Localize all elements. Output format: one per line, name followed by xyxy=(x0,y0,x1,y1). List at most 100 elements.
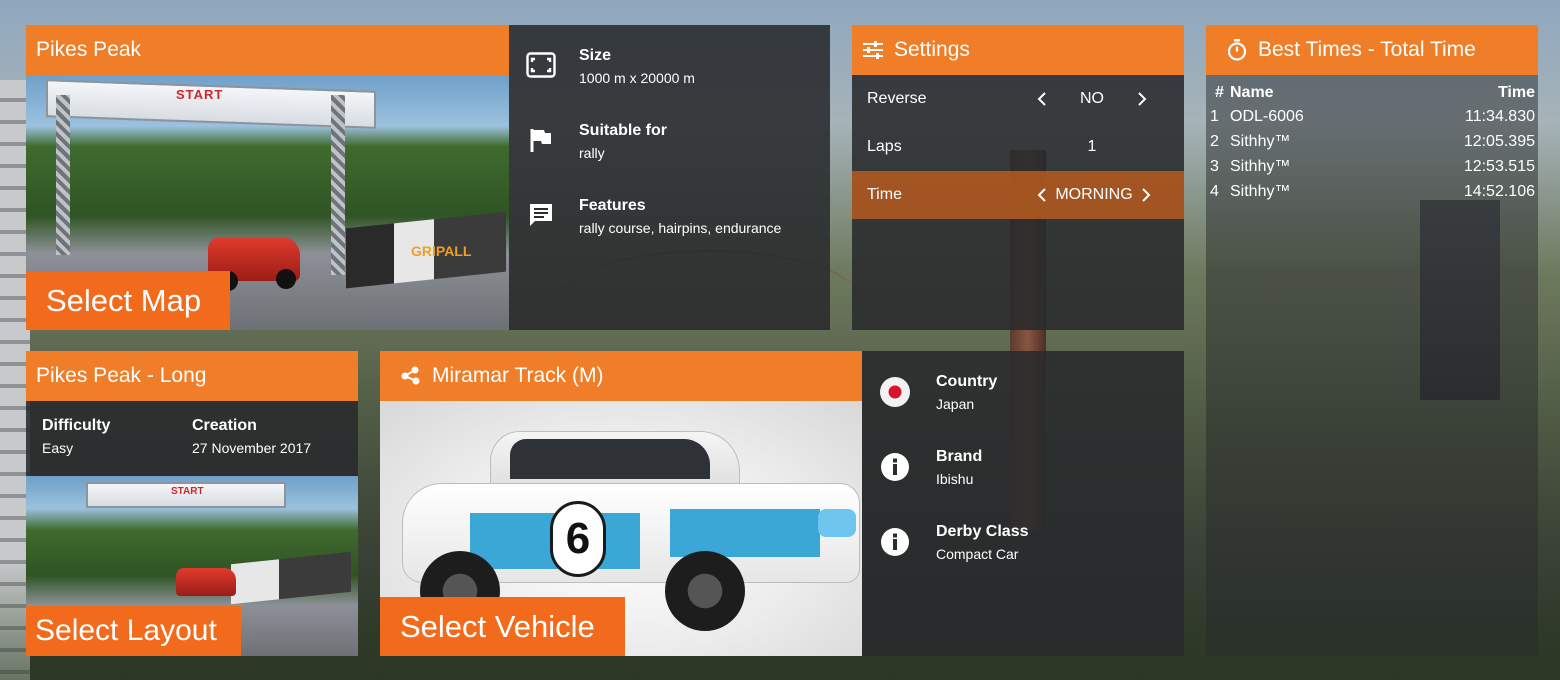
settings-title: Settings xyxy=(894,38,970,61)
creation-value: 27 November 2017 xyxy=(192,440,312,456)
rank-cell: 3 xyxy=(1210,157,1219,175)
rank-cell: 4 xyxy=(1210,182,1219,200)
car-stripe xyxy=(670,509,820,557)
info-icon xyxy=(878,450,912,484)
info-icon xyxy=(878,525,912,559)
car xyxy=(176,568,236,596)
setting-laps-label: Laps xyxy=(867,138,902,155)
map-info-panel: Size 1000 m x 20000 m Suitable for rally… xyxy=(509,25,830,330)
select-layout-button[interactable]: Select Layout xyxy=(26,606,241,656)
chevron-left-icon[interactable] xyxy=(1032,183,1052,207)
chevron-right-icon[interactable] xyxy=(1132,87,1152,111)
setting-time-control: MORNING xyxy=(1032,183,1156,207)
name-cell: Sithhy™ xyxy=(1230,157,1291,175)
map-title-bar: Pikes Peak xyxy=(26,25,509,75)
start-banner-text: START xyxy=(171,486,204,497)
flag-icon xyxy=(525,124,557,156)
barrier xyxy=(231,551,351,605)
suitable-label: Suitable for xyxy=(579,122,668,139)
car-wheel xyxy=(276,269,296,289)
time-cell: 12:53.515 xyxy=(1463,157,1535,175)
setting-reverse-control: NO xyxy=(1032,87,1152,111)
vehicle-title: Miramar Track (M) xyxy=(432,364,604,387)
select-vehicle-button[interactable]: Select Vehicle xyxy=(380,597,625,656)
setting-laps[interactable]: Laps 1 xyxy=(852,123,1184,171)
layout-title: Pikes Peak - Long xyxy=(36,364,207,387)
name-cell: Sithhy™ xyxy=(1230,182,1291,200)
barrier-text: GRIPALL xyxy=(411,243,472,259)
derby-class-value: Compact Car xyxy=(936,546,1019,562)
setting-laps-control: 1 xyxy=(1032,135,1152,159)
car-number: 6 xyxy=(550,501,606,577)
suitable-value: rally xyxy=(579,145,605,161)
sliders-icon xyxy=(862,39,884,61)
rank-cell: 2 xyxy=(1210,132,1219,150)
best-times-table: # Name Time 1 ODL-6006 11:34.830 2 Sithh… xyxy=(1206,79,1538,204)
creation-block: Creation 27 November 2017 xyxy=(192,417,342,476)
brand-value: Ibishu xyxy=(936,471,974,487)
layout-title-bar: Pikes Peak - Long xyxy=(26,351,358,401)
map-preview-panel: Pikes Peak START GRIPALL Select Map xyxy=(26,25,509,330)
table-row: 4 Sithhy™ 14:52.106 xyxy=(1206,179,1538,204)
column-header-name: Name xyxy=(1230,84,1274,101)
select-map-button[interactable]: Select Map xyxy=(26,271,230,330)
map-title: Pikes Peak xyxy=(36,38,142,61)
creation-label: Creation xyxy=(192,417,257,434)
gantry-left xyxy=(56,95,70,255)
setting-laps-value: 1 xyxy=(1087,138,1097,155)
features-label: Features xyxy=(579,197,646,214)
car-headlight xyxy=(818,509,856,537)
setting-reverse-label: Reverse xyxy=(867,90,927,107)
layout-info: Difficulty Easy Creation 27 November 201… xyxy=(26,401,358,476)
vehicle-info-country: Country Japan xyxy=(862,373,1184,448)
column-header-time: Time xyxy=(1497,84,1535,101)
car-wheel xyxy=(665,551,745,631)
setting-time-value: MORNING xyxy=(1055,186,1133,203)
best-times-title: Best Times - Total Time xyxy=(1258,38,1476,61)
country-label: Country xyxy=(936,373,998,390)
table-row: 3 Sithhy™ 12:53.515 xyxy=(1206,154,1538,179)
size-icon xyxy=(525,49,557,81)
brand-label: Brand xyxy=(936,448,983,465)
vehicle-info-derby-class: Derby Class Compact Car xyxy=(862,523,1184,598)
japan-flag-icon xyxy=(878,375,912,409)
settings-panel: Settings Reverse NO Laps 1 Time MORNING xyxy=(852,25,1184,330)
layout-panel: Pikes Peak - Long Difficulty Easy Creati… xyxy=(26,351,358,656)
best-times-title-bar: Best Times - Total Time xyxy=(1206,25,1538,75)
table-header: # Name Time xyxy=(1206,79,1538,104)
vehicle-panel: Miramar Track (M) 6 Select Vehicle xyxy=(380,351,862,656)
setting-reverse[interactable]: Reverse NO xyxy=(852,75,1184,123)
vehicle-info-brand: Brand Ibishu xyxy=(862,448,1184,523)
chevron-left-icon[interactable] xyxy=(1032,87,1052,111)
difficulty-block: Difficulty Easy xyxy=(42,417,192,476)
share-nodes-icon xyxy=(400,365,422,387)
setting-time[interactable]: Time MORNING xyxy=(852,171,1184,219)
difficulty-value: Easy xyxy=(42,440,74,456)
comment-icon xyxy=(525,199,557,231)
table-row: 2 Sithhy™ 12:05.395 xyxy=(1206,129,1538,154)
country-value: Japan xyxy=(936,396,975,412)
vehicle-info-panel: Country Japan Brand Ibishu Derby Class C… xyxy=(862,351,1184,656)
gantry-right xyxy=(331,95,345,275)
time-cell: 12:05.395 xyxy=(1463,132,1535,150)
chevron-right-icon[interactable] xyxy=(1136,183,1156,207)
best-times-panel: Best Times - Total Time # Name Time 1 OD… xyxy=(1206,25,1538,656)
rank-cell: 1 xyxy=(1210,107,1219,125)
time-cell: 14:52.106 xyxy=(1463,182,1535,200)
name-cell: ODL-6006 xyxy=(1230,107,1304,125)
derby-class-label: Derby Class xyxy=(936,523,1029,540)
setting-reverse-value: NO xyxy=(1080,90,1104,107)
table-row: 1 ODL-6006 11:34.830 xyxy=(1206,104,1538,129)
time-cell: 11:34.830 xyxy=(1465,107,1535,125)
name-cell: Sithhy™ xyxy=(1230,132,1291,150)
setting-time-label: Time xyxy=(867,186,902,203)
start-banner-text: START xyxy=(176,87,224,102)
car-window xyxy=(510,439,710,479)
difficulty-label: Difficulty xyxy=(42,417,111,434)
vehicle-title-bar: Miramar Track (M) xyxy=(380,351,862,401)
map-info-suitable: Suitable for rally xyxy=(509,122,830,197)
map-info-size: Size 1000 m x 20000 m xyxy=(509,47,830,122)
stopwatch-icon xyxy=(1226,39,1248,61)
features-value: rally course, hairpins, endurance xyxy=(579,220,782,236)
column-header-rank: # xyxy=(1215,84,1224,101)
